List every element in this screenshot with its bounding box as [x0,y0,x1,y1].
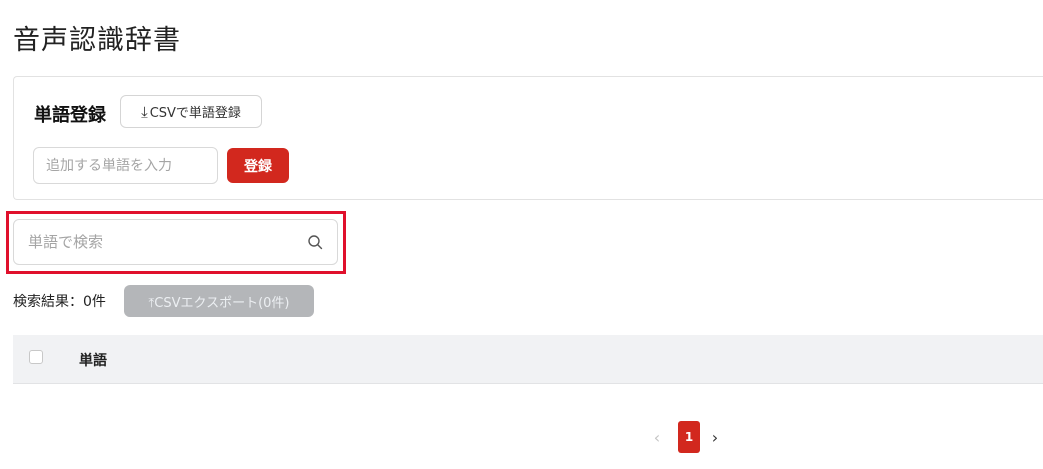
csv-export-label: ⤒CSVエクスポート(0件) [148,295,290,311]
search-icon[interactable] [307,234,323,250]
register-button[interactable]: 登録 [227,148,289,183]
select-all-checkbox[interactable] [29,350,43,364]
pagination: ‹ 1 › [648,421,724,453]
pagination-prev-button[interactable]: ‹ [648,428,666,447]
csv-import-button[interactable]: ⤓ CSVで単語登録 [120,95,262,128]
search-input[interactable] [14,220,322,264]
download-icon: ⤓ [141,102,148,121]
pagination-next-button[interactable]: › [706,428,724,447]
search-field[interactable] [13,219,338,265]
pagination-page-1[interactable]: 1 [678,421,700,453]
register-section-title: 単語登録 [34,105,106,126]
page-title: 音声認識辞書 [13,25,181,56]
column-header-word: 単語 [79,353,107,369]
csv-import-label: CSVで単語登録 [149,106,241,121]
register-word-card: 単語登録 ⤓ CSVで単語登録 登録 [13,76,1043,200]
table-header: 単語 [13,335,1043,384]
search-result-count: 検索結果：0件 [13,294,106,310]
add-word-input[interactable] [33,147,218,184]
csv-export-button[interactable]: ⤒CSVエクスポート(0件) [124,285,314,317]
